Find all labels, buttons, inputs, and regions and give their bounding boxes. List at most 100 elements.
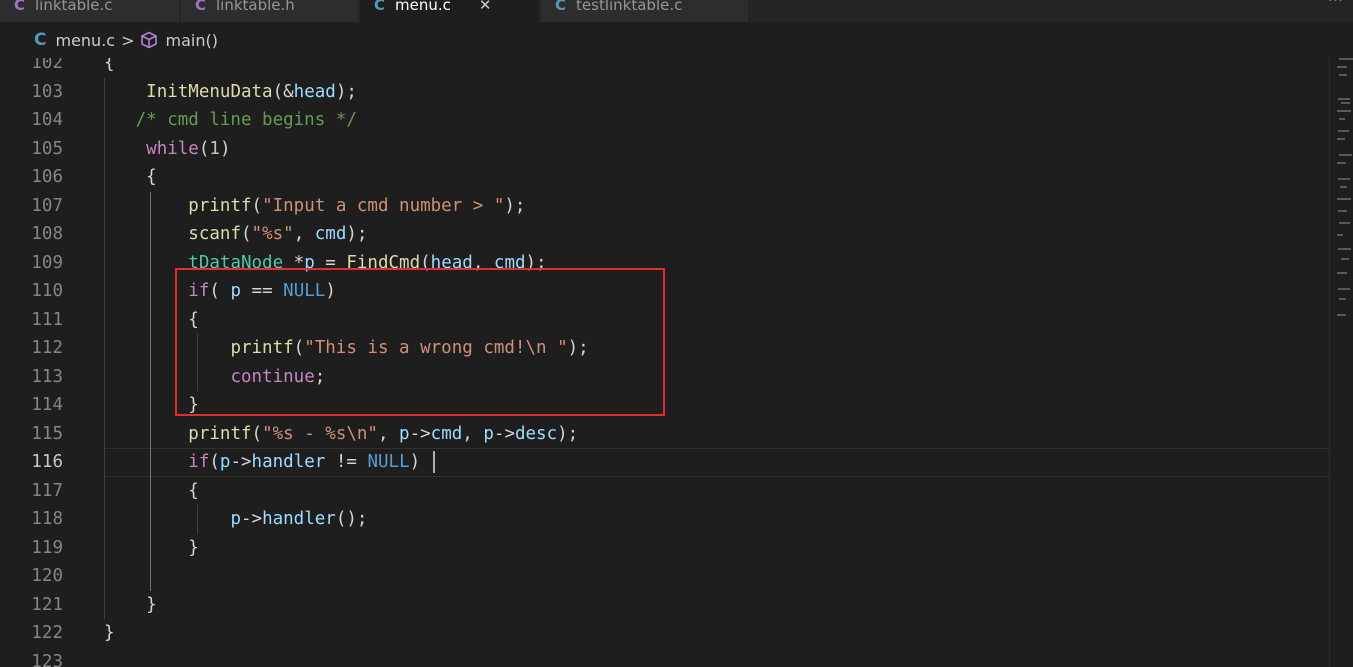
code-line[interactable]: 121 } xyxy=(0,591,1335,620)
minimap-line xyxy=(1339,222,1350,224)
line-source[interactable]: InitMenuData(&head); xyxy=(104,78,357,107)
line-number: 103 xyxy=(31,81,63,102)
breadcrumb-symbol[interactable]: main() xyxy=(165,31,217,50)
line-source[interactable]: } xyxy=(104,391,199,420)
line-source[interactable]: p->handler(); xyxy=(104,505,367,534)
line-number: 113 xyxy=(31,366,63,387)
line-number: 107 xyxy=(31,195,63,216)
minimap-line xyxy=(1337,314,1346,316)
line-number: 115 xyxy=(31,423,63,444)
line-source[interactable]: /* cmd line begins */ xyxy=(104,106,357,135)
code-line[interactable]: 105 while(1) xyxy=(0,135,1335,164)
code-line[interactable]: 116 if(p->handler != NULL) xyxy=(0,448,1335,477)
line-source[interactable]: { xyxy=(104,163,157,192)
code-line[interactable]: 103 InitMenuData(&head); xyxy=(0,78,1335,107)
minimap-line xyxy=(1339,74,1347,76)
tab-label: linktable.h xyxy=(216,0,295,14)
line-number: 120 xyxy=(31,566,63,586)
minimap-line xyxy=(1338,98,1350,100)
editor-area[interactable]: 102{103 InitMenuData(&head); 104 /* cmd l… xyxy=(0,58,1353,667)
minimap-line xyxy=(1338,248,1351,250)
line-source[interactable]: if( p == NULL) xyxy=(104,277,336,306)
minimap-line xyxy=(1337,138,1345,140)
indent-guide xyxy=(196,505,198,534)
close-icon[interactable]: ✕ xyxy=(479,0,492,14)
code-line[interactable]: 114 } xyxy=(0,391,1335,420)
breadcrumb-file[interactable]: menu.c xyxy=(55,31,115,50)
code-line[interactable]: 104 /* cmd line begins */ xyxy=(0,106,1335,135)
code-line[interactable]: 123 xyxy=(0,648,1335,667)
line-number: 117 xyxy=(31,480,63,501)
minimap-line xyxy=(1337,110,1351,112)
c-file-icon: C xyxy=(14,0,26,14)
tab-testlinktable-c[interactable]: C testlinktable.c xyxy=(541,0,749,22)
code-line[interactable]: 117 { xyxy=(0,477,1335,506)
minimap-line xyxy=(1339,154,1352,156)
tab-label: linktable.c xyxy=(35,0,113,14)
line-number: 105 xyxy=(31,138,63,159)
text-cursor xyxy=(432,451,435,473)
code-line[interactable]: 107 printf("Input a cmd number > "); xyxy=(0,192,1335,221)
cube-method-icon xyxy=(140,31,158,49)
line-source[interactable]: printf("Input a cmd number > "); xyxy=(104,192,525,221)
code-line[interactable]: 108 scanf("%s", cmd); xyxy=(0,220,1335,249)
breadcrumb: C menu.c > main() xyxy=(0,22,1353,58)
line-number: 123 xyxy=(31,651,63,667)
line-source[interactable]: continue; xyxy=(104,363,325,392)
minimap-line xyxy=(1337,272,1347,274)
indent-guide xyxy=(150,191,152,591)
minimap-line xyxy=(1337,162,1346,164)
line-number: 112 xyxy=(31,338,63,358)
minimap[interactable] xyxy=(1335,58,1353,667)
code-line[interactable]: 113 continue; xyxy=(0,363,1335,392)
code-line[interactable]: 112 printf("This is a wrong cmd!\n "); xyxy=(0,334,1335,363)
code-line[interactable]: 102 { xyxy=(0,58,1335,78)
line-number: 111 xyxy=(31,309,63,330)
minimap-line xyxy=(1337,198,1351,200)
code-line[interactable]: 111 { xyxy=(0,306,1335,335)
tab-menu-c[interactable]: C menu.c ✕ xyxy=(360,0,540,22)
line-source[interactable]: while(1) xyxy=(104,135,230,164)
line-number: 104 xyxy=(31,110,63,130)
line-source[interactable]: printf("%s - %s\n", p->cmd, p->desc); xyxy=(104,420,578,449)
more-actions-icon[interactable]: ··· xyxy=(1328,0,1343,9)
line-number: 106 xyxy=(31,167,63,187)
code-line[interactable]: 120 xyxy=(0,562,1335,591)
minimap-line xyxy=(1340,186,1347,188)
tab-linktable-c[interactable]: C linktable.c xyxy=(0,0,180,22)
minimap-line xyxy=(1339,58,1353,60)
line-source[interactable]: tDataNode *p = FindCmd(head, cmd); xyxy=(104,249,546,278)
line-number: 110 xyxy=(31,281,63,301)
code-editor-window: C linktable.c C linktable.h C menu.c ✕ C… xyxy=(0,0,1353,667)
line-source[interactable]: } xyxy=(104,619,115,648)
line-source[interactable]: printf("This is a wrong cmd!\n "); xyxy=(104,334,588,363)
code-line[interactable]: 118 p->handler(); xyxy=(0,505,1335,534)
line-source[interactable]: } xyxy=(104,591,157,620)
line-source[interactable]: if(p->handler != NULL) xyxy=(104,448,435,477)
line-number: 109 xyxy=(31,252,63,273)
line-source[interactable]: scanf("%s", cmd); xyxy=(104,220,367,249)
minimap-line xyxy=(1337,234,1343,236)
indent-guide xyxy=(104,77,105,619)
code-line[interactable]: 119 } xyxy=(0,534,1335,563)
minimap-line xyxy=(1339,118,1345,120)
tab-linktable-h[interactable]: C linktable.h xyxy=(181,0,359,22)
c-header-file-icon: C xyxy=(195,0,207,14)
line-source[interactable]: { xyxy=(104,477,199,506)
code-lines[interactable]: 102{103 InitMenuData(&head); 104 /* cmd l… xyxy=(0,58,1335,667)
line-source[interactable]: { xyxy=(104,58,115,78)
line-number: 116 xyxy=(31,452,63,472)
line-source[interactable]: { xyxy=(104,306,199,335)
code-line[interactable]: 110 if( p == NULL) xyxy=(0,277,1335,306)
code-line[interactable]: 106 { xyxy=(0,163,1335,192)
code-line[interactable]: 122} xyxy=(0,619,1335,648)
code-line[interactable]: 109 tDataNode *p = FindCmd(head, cmd); xyxy=(0,249,1335,278)
tab-label: testlinktable.c xyxy=(576,0,683,14)
line-source[interactable]: } xyxy=(104,534,199,563)
tab-label: menu.c xyxy=(395,0,451,14)
line-number: 119 xyxy=(31,537,63,558)
code-line[interactable]: 115 printf("%s - %s\n", p->cmd, p->desc)… xyxy=(0,420,1335,449)
line-number: 114 xyxy=(31,395,63,415)
c-file-icon: C xyxy=(374,0,386,14)
line-number: 102 xyxy=(31,58,63,73)
